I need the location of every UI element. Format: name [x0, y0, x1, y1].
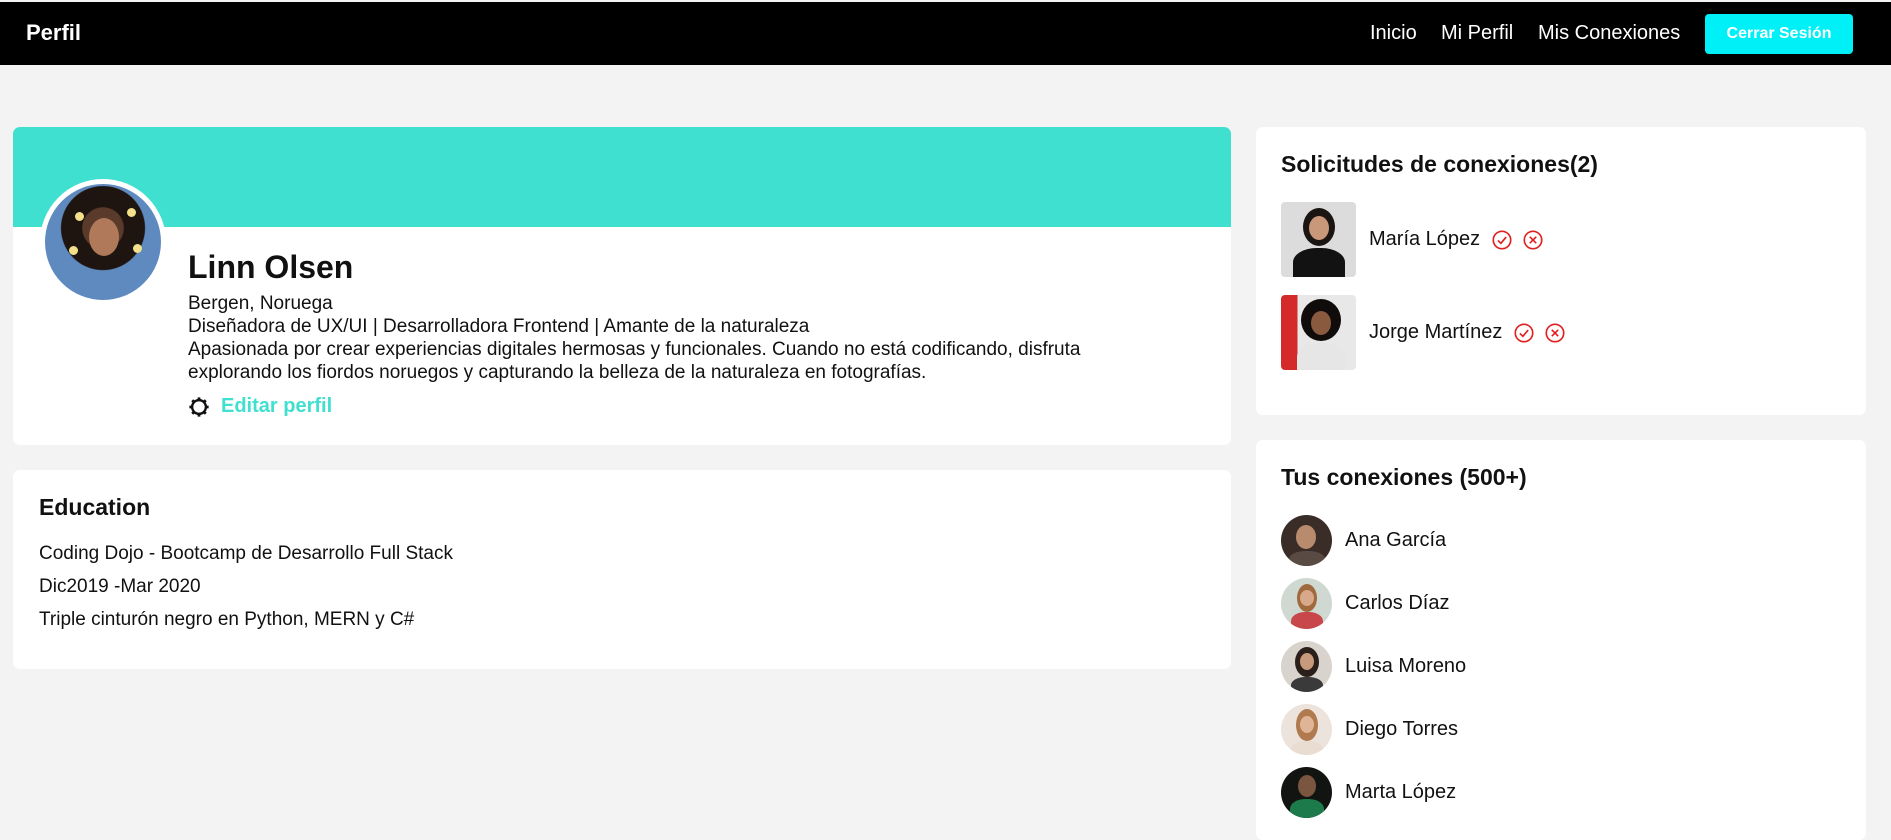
education-card: Education Coding Dojo - Bootcamp de Desa… — [13, 470, 1231, 669]
connection-name: Carlos Díaz — [1345, 592, 1450, 614]
edit-profile-label: Editar perfil — [221, 395, 333, 417]
request-name: Jorge Martínez — [1369, 321, 1503, 343]
profile-name: Linn Olsen — [188, 249, 354, 285]
request-item: María López — [1281, 202, 1553, 277]
brand-title[interactable]: Perfil — [26, 20, 81, 46]
connection-avatar — [1281, 704, 1332, 755]
logout-button[interactable]: Cerrar Sesión — [1705, 14, 1853, 54]
connection-avatar — [1281, 767, 1332, 818]
check-circle-icon[interactable] — [1513, 322, 1535, 344]
connections-title: Tus conexiones (500+) — [1281, 464, 1527, 490]
connection-avatar — [1281, 515, 1332, 566]
edit-profile-link[interactable]: Editar perfil — [188, 395, 332, 418]
connection-item[interactable]: Diego Torres — [1281, 704, 1458, 755]
connection-name: Luisa Moreno — [1345, 655, 1467, 677]
check-circle-icon[interactable] — [1491, 229, 1513, 251]
profile-bio-line-2: explorando los fiordos noruegos y captur… — [188, 362, 927, 383]
requests-title: Solicitudes de conexiones(2) — [1281, 151, 1598, 177]
connection-name: Diego Torres — [1345, 718, 1459, 740]
education-school: Coding Dojo - Bootcamp de Desarrollo Ful… — [39, 543, 453, 564]
connections-card: Tus conexiones (500+) Ana García Carlos … — [1256, 440, 1866, 840]
connection-item[interactable]: Ana García — [1281, 515, 1446, 566]
request-name: María López — [1369, 228, 1481, 250]
request-avatar — [1281, 202, 1356, 277]
top-navbar: Perfil Inicio Mi Perfil Mis Conexiones C… — [0, 2, 1891, 65]
education-detail: Triple cinturón negro en Python, MERN y … — [39, 609, 415, 630]
connection-item[interactable]: Carlos Díaz — [1281, 578, 1449, 629]
profile-location: Bergen, Noruega — [188, 293, 333, 314]
request-item: Jorge Martínez — [1281, 295, 1575, 370]
connection-avatar — [1281, 641, 1332, 692]
connection-requests-card: Solicitudes de conexiones(2) María López… — [1256, 127, 1866, 415]
connection-name: Marta López — [1345, 781, 1457, 803]
profile-bio-line-1: Apasionada por crear experiencias digita… — [188, 339, 1081, 360]
education-title: Education — [39, 494, 151, 520]
nav-link-inicio[interactable]: Inicio — [1370, 22, 1417, 45]
gear-icon — [189, 396, 209, 417]
request-avatar — [1281, 295, 1356, 370]
connection-item[interactable]: Luisa Moreno — [1281, 641, 1466, 692]
x-circle-icon[interactable] — [1544, 322, 1566, 344]
nav-link-mi-perfil[interactable]: Mi Perfil — [1441, 22, 1513, 45]
connection-name: Ana García — [1345, 529, 1447, 551]
connection-avatar — [1281, 578, 1332, 629]
profile-avatar — [40, 179, 166, 305]
profile-headline: Diseñadora de UX/UI | Desarrolladora Fro… — [188, 316, 810, 337]
education-dates: Dic2019 -Mar 2020 — [39, 576, 201, 597]
connection-item[interactable]: Marta López — [1281, 767, 1456, 818]
nav-link-mis-conexiones[interactable]: Mis Conexiones — [1538, 22, 1680, 45]
profile-card: Linn Olsen Bergen, Noruega Diseñadora de… — [13, 127, 1231, 445]
profile-banner — [13, 127, 1231, 227]
x-circle-icon[interactable] — [1522, 229, 1544, 251]
